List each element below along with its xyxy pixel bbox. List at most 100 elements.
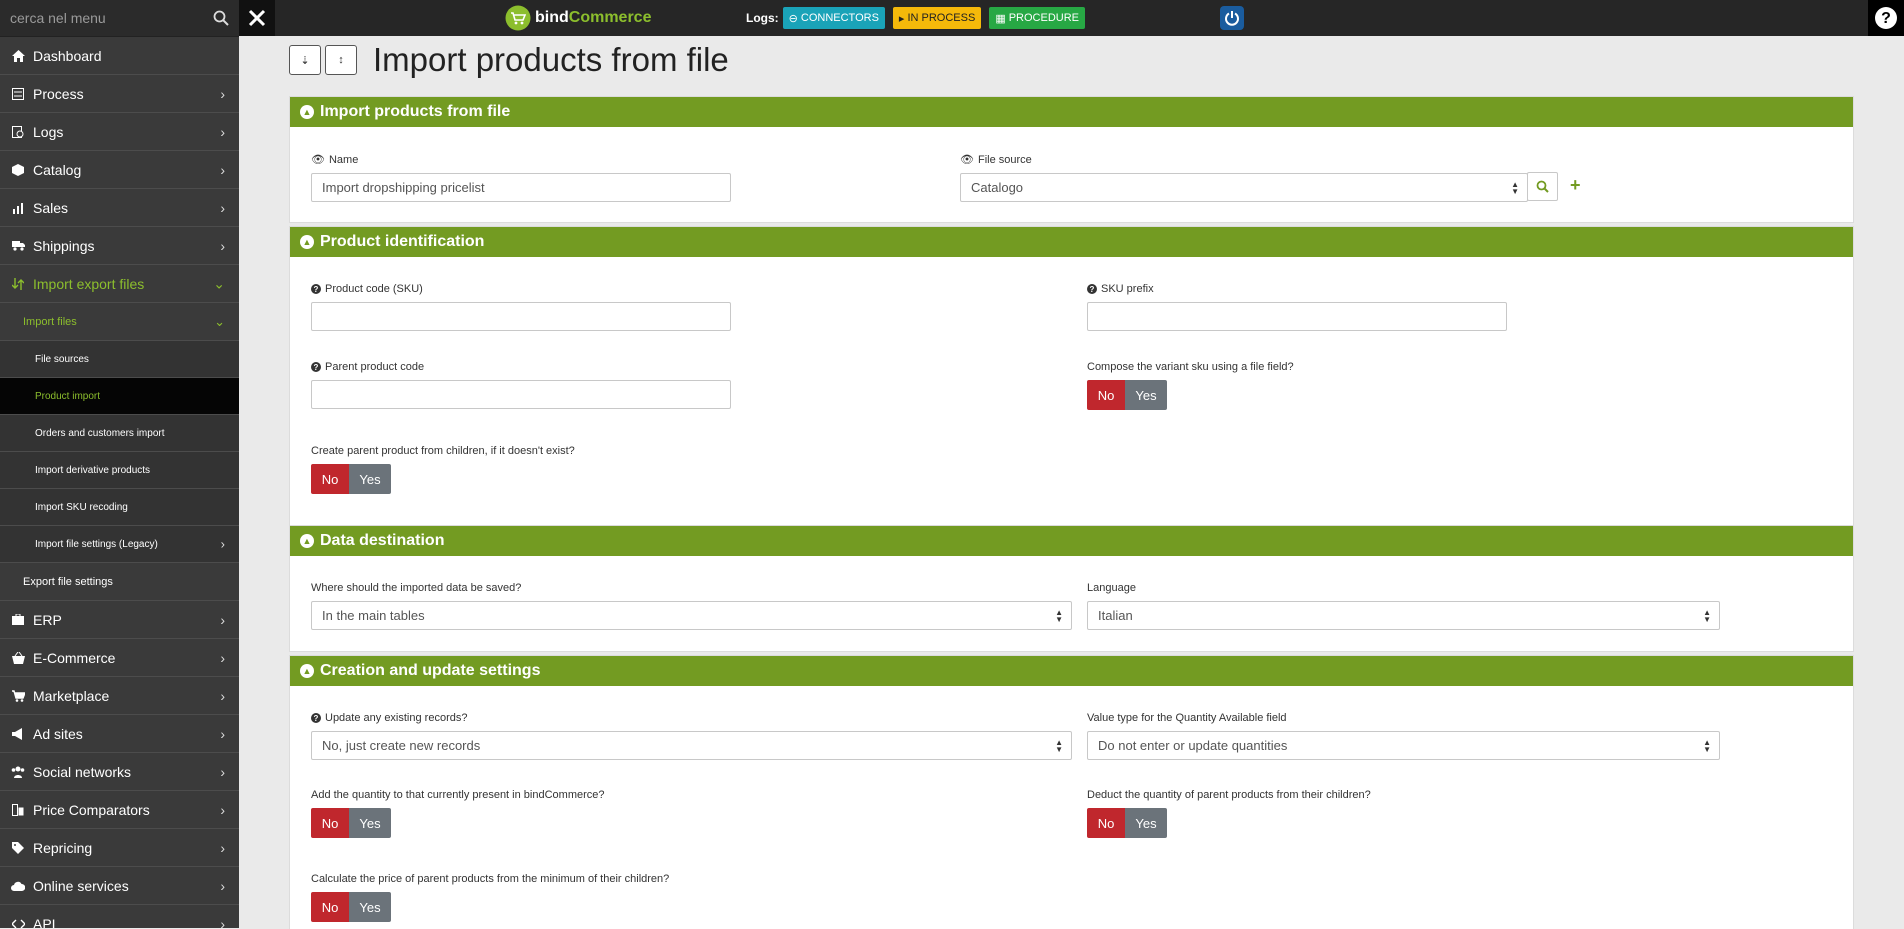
in-process-button[interactable]: ▸ IN PROCESS	[892, 7, 982, 29]
where-saved-select[interactable]: In the main tables ▲ ▼	[311, 601, 1072, 630]
no-button[interactable]: No	[311, 808, 349, 838]
logo[interactable]: bindCommerce	[505, 5, 651, 31]
sidebar-item-marketplace[interactable]: Marketplace ›	[0, 677, 239, 715]
update-existing-field: ? Update any existing records? No, just c…	[311, 712, 1072, 760]
sidebar-subitem-orders-customers-import[interactable]: Orders and customers import	[0, 415, 239, 452]
panel-header[interactable]: ▲ Product identification	[290, 227, 1853, 257]
sidebar-subitem-product-import[interactable]: Product import	[0, 378, 239, 415]
update-existing-select[interactable]: No, just create new records ▲ ▼	[311, 731, 1072, 760]
sidebar-item-label: Product import	[35, 390, 101, 402]
sidebar-item-label: Import export files	[33, 275, 145, 292]
sidebar-item-ad-sites[interactable]: Ad sites ›	[0, 715, 239, 753]
power-button[interactable]	[1220, 6, 1244, 30]
sidebar-item-label: File sources	[35, 353, 89, 365]
name-input[interactable]	[311, 173, 731, 202]
chevron-right-icon: ›	[220, 877, 225, 894]
yes-button[interactable]: Yes	[1125, 380, 1167, 410]
no-button[interactable]: No	[1087, 380, 1125, 410]
question-icon: ?	[311, 362, 321, 372]
connectors-button[interactable]: ⊖ CONNECTORS	[782, 7, 885, 29]
yes-button[interactable]: Yes	[349, 892, 391, 922]
parent-code-input[interactable]	[311, 380, 731, 409]
search-icon[interactable]	[203, 0, 239, 36]
chevron-right-icon: ›	[220, 649, 225, 666]
chevron-right-icon: ›	[220, 199, 225, 216]
home-icon	[11, 49, 25, 63]
sku-input[interactable]	[311, 302, 731, 331]
logs-icon	[11, 125, 25, 139]
sidebar-subitem-import-files[interactable]: Import files ⌄	[0, 303, 239, 341]
chevron-right-icon: ›	[220, 123, 225, 140]
sidebar-subitem-export-file-settings[interactable]: Export file settings	[0, 563, 239, 601]
question-icon: ?	[1087, 284, 1097, 294]
svg-text:?: ?	[1881, 10, 1891, 27]
sidebar-item-sales[interactable]: Sales ›	[0, 189, 239, 227]
sidebar-subitem-import-file-settings-legacy[interactable]: Import file settings (Legacy) ›	[0, 526, 239, 563]
sidebar-item-shippings[interactable]: Shippings ›	[0, 227, 239, 265]
chevron-up-circle-icon: ▲	[300, 664, 314, 678]
chevron-right-icon: ›	[220, 237, 225, 254]
add-file-source-icon[interactable]: +	[1570, 175, 1581, 196]
chevron-down-icon: ⌄	[214, 313, 225, 329]
connectors-icon: ⊖	[788, 12, 798, 25]
sidebar-subitem-file-sources[interactable]: File sources	[0, 341, 239, 378]
sku-field: ? Product code (SKU)	[311, 283, 731, 331]
sidebar-item-label: Sales	[33, 199, 69, 216]
panel-data-destination: ▲ Data destination Where should the impo…	[289, 525, 1854, 652]
panel-header[interactable]: ▲ Creation and update settings	[290, 656, 1853, 686]
chevron-up-circle-icon: ▲	[300, 534, 314, 548]
yes-button[interactable]: Yes	[1125, 808, 1167, 838]
close-menu-button[interactable]	[239, 0, 275, 36]
sidebar-subitem-import-derivative-products[interactable]: Import derivative products	[0, 452, 239, 489]
sidebar-item-price-comparators[interactable]: Price Comparators ›	[0, 791, 239, 829]
sidebar-item-import-export-files[interactable]: Import export files ⌄	[0, 265, 239, 303]
sidebar-item-label: Import file settings (Legacy)	[35, 538, 158, 550]
yes-button[interactable]: Yes	[349, 808, 391, 838]
close-icon	[248, 9, 266, 27]
sidebar-subitem-import-sku-recoding[interactable]: Import SKU recoding	[0, 489, 239, 526]
sidebar-item-logs[interactable]: Logs ›	[0, 113, 239, 151]
sidebar-item-catalog[interactable]: Catalog ›	[0, 151, 239, 189]
panel-creation-update: ▲ Creation and update settings ? Update a…	[289, 655, 1854, 929]
sidebar-item-label: ERP	[33, 611, 62, 628]
sidebar-item-api[interactable]: API ›	[0, 905, 239, 928]
api-icon	[11, 917, 25, 929]
sidebar-item-online-services[interactable]: Online services ›	[0, 867, 239, 905]
select-arrows-icon: ▲ ▼	[1511, 179, 1519, 196]
sidebar-item-label: Social networks	[33, 763, 132, 780]
yes-button[interactable]: Yes	[349, 464, 391, 494]
sidebar-item-label: Online services	[33, 877, 129, 894]
sidebar-item-erp[interactable]: ERP ›	[0, 601, 239, 639]
file-source-search-button[interactable]	[1527, 172, 1558, 201]
panel-import-products: ▲ Import products from file 👁Name 👁File …	[289, 96, 1854, 223]
panel-header[interactable]: ▲ Data destination	[290, 526, 1853, 556]
sidebar-item-label: Ad sites	[33, 725, 83, 742]
language-select[interactable]: Italian ▲ ▼	[1087, 601, 1720, 630]
cart-logo-icon	[505, 5, 531, 31]
sales-icon	[11, 201, 25, 215]
sidebar-item-label: API	[33, 915, 56, 929]
sidebar-item-social-networks[interactable]: Social networks ›	[0, 753, 239, 791]
sidebar-item-label: Export file settings	[23, 575, 113, 588]
sidebar-item-label: Repricing	[33, 839, 93, 856]
sku-prefix-input[interactable]	[1087, 302, 1507, 331]
sidebar-item-dashboard[interactable]: Dashboard	[0, 37, 239, 75]
panel-header[interactable]: ▲ Import products from file	[290, 97, 1853, 127]
no-button[interactable]: No	[1087, 808, 1125, 838]
sidebar-item-process[interactable]: Process ›	[0, 75, 239, 113]
help-button[interactable]: ?	[1868, 0, 1904, 36]
qty-value-type-select[interactable]: Do not enter or update quantities ▲ ▼	[1087, 731, 1720, 760]
expand-all-button[interactable]: ↕	[325, 45, 357, 75]
no-button[interactable]: No	[311, 464, 349, 494]
page-header: ⇣ ↕ Import products from file	[289, 40, 729, 80]
menu-search-input[interactable]	[0, 3, 203, 33]
sidebar-item-repricing[interactable]: Repricing ›	[0, 829, 239, 867]
add-qty-toggle: No Yes	[311, 808, 605, 838]
file-source-select[interactable]: Catalogo ▲ ▼	[960, 173, 1528, 202]
collapse-all-button[interactable]: ⇣	[289, 45, 321, 75]
no-button[interactable]: No	[311, 892, 349, 922]
procedure-button[interactable]: ▦ PROCEDURE	[989, 7, 1086, 29]
sidebar-item-e-commerce[interactable]: E-Commerce ›	[0, 639, 239, 677]
question-icon: ?	[311, 284, 321, 294]
sidebar-item-label: Shippings	[33, 237, 95, 254]
